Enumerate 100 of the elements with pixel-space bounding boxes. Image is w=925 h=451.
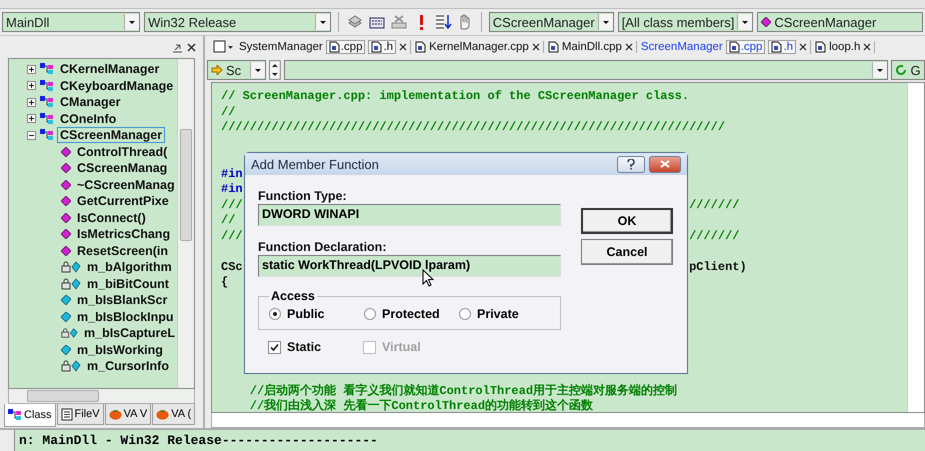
tab-label: VA V: [124, 408, 148, 420]
field-label: Function Type:: [258, 189, 348, 203]
expand-icon[interactable]: [27, 64, 36, 74]
tree-item[interactable]: IsConnect(): [75, 210, 148, 225]
dialog-button[interactable]: OK: [581, 208, 673, 234]
tomato-icon: [156, 408, 170, 420]
editor-tab[interactable]: KernelManager.cpp: [415, 41, 544, 53]
tree-item[interactable]: m_bIsWorking: [75, 342, 165, 357]
class-combo[interactable]: CScreenManager: [488, 12, 614, 32]
file-icon: [371, 41, 382, 53]
file-icon: [728, 41, 740, 53]
close-tab-icon[interactable]: [799, 43, 808, 51]
filter-combo[interactable]: [All class members]: [618, 12, 754, 32]
tree-item[interactable]: ResetScreen(in: [75, 244, 170, 258]
tree-item[interactable]: m_bAlgorithm: [85, 260, 174, 274]
tab-label: ScreenManager: [640, 41, 723, 53]
tree-item[interactable]: ControlThread(: [75, 144, 170, 159]
editor-tab[interactable]: loop.h: [815, 41, 876, 53]
class-icon: [40, 63, 54, 76]
tree-item[interactable]: ~CScreenManag: [75, 178, 177, 192]
vertical-scrollbar[interactable]: [907, 83, 924, 412]
dialog-button[interactable]: Cancel: [581, 239, 673, 265]
dialog-title: Add Member Function: [251, 156, 380, 172]
close-tab-icon[interactable]: [532, 43, 540, 51]
tab-label: MainDll.cpp: [562, 41, 622, 53]
editor-tab[interactable]: ScreenManager .cpp .h: [640, 40, 812, 54]
tree-item[interactable]: CKeyboardManage: [58, 78, 176, 93]
horizontal-scrollbar[interactable]: [8, 389, 195, 404]
window-list-icon[interactable]: [213, 40, 235, 54]
class-icon: [40, 96, 54, 108]
code-line: #in: [221, 182, 243, 198]
workspace-tab[interactable]: Class: [4, 404, 56, 427]
member-combo[interactable]: CScreenManager: [757, 12, 923, 32]
scope-combo[interactable]: Sc: [207, 60, 266, 80]
locked-field-icon: [61, 327, 78, 340]
code-line: //////////////////////////////////////////////////////////////////////: [221, 120, 726, 136]
expand-icon[interactable]: [27, 81, 36, 90]
class-icon: [40, 80, 54, 92]
code-line: //启动两个功能 看字义我们就知道ControlThread用于主控端对服务端的控制: [248, 384, 678, 398]
vertical-scrollbar[interactable]: [177, 59, 194, 388]
method-icon: [61, 163, 71, 174]
configuration-combo[interactable]: Win32 Release: [144, 12, 332, 32]
maximize-icon[interactable]: [172, 42, 183, 52]
go-button[interactable]: G: [891, 60, 925, 80]
method-icon: [61, 246, 71, 256]
input-field[interactable]: DWORD WINAPI: [258, 204, 561, 226]
tomato-icon: [108, 408, 122, 420]
code-line: #in: [221, 166, 243, 182]
method-icon: [61, 196, 71, 206]
close-icon: [660, 160, 670, 168]
project-combo[interactable]: MainDll: [2, 12, 140, 32]
tab-label: KernelManager.cpp: [429, 41, 529, 53]
method-icon: [61, 229, 71, 240]
file-chip[interactable]: .h: [768, 40, 796, 54]
expand-icon[interactable]: [27, 98, 36, 107]
editor-tab[interactable]: MainDll.cpp: [548, 41, 637, 53]
tree-item[interactable]: CScreenManag: [75, 161, 170, 176]
workspace-tab[interactable]: VA V: [104, 404, 152, 425]
expand-icon[interactable]: [27, 114, 36, 124]
file-icon: [548, 41, 559, 53]
tree-item[interactable]: CKernelManager: [58, 62, 162, 76]
collapse-icon[interactable]: [27, 130, 36, 140]
close-icon[interactable]: [186, 42, 197, 52]
radio-option[interactable]: Protected: [364, 303, 459, 325]
horizontal-scrollbar[interactable]: [211, 413, 925, 428]
editor-tab[interactable]: SystemManager .cpp .h: [239, 40, 412, 54]
workspace-tab[interactable]: FileV: [56, 404, 104, 425]
spin-buttons-icon[interactable]: [269, 60, 281, 80]
field-icon: [61, 312, 71, 322]
tree-item[interactable]: m_bIsBlockInpu: [75, 310, 176, 324]
close-tab-icon[interactable]: [624, 43, 633, 51]
tree-item[interactable]: m_bIsCaptureL: [82, 326, 177, 340]
field-label: Function Declaration:: [258, 240, 388, 254]
file-icon: [771, 41, 782, 53]
file-chip[interactable]: .h: [368, 40, 396, 54]
tree-item[interactable]: GetCurrentPixe: [75, 194, 171, 208]
close-button[interactable]: [649, 156, 681, 172]
code-line: {: [221, 275, 228, 290]
checkbox-option[interactable]: Static: [268, 340, 322, 354]
tab-label: FileV: [74, 408, 100, 420]
file-chip[interactable]: .cpp: [326, 40, 366, 54]
radio-option[interactable]: Private: [459, 303, 554, 325]
tree-item[interactable]: CScreenManager: [58, 128, 164, 142]
code-line: //: [221, 213, 236, 228]
field-icon: [61, 295, 71, 306]
tree-item[interactable]: m_biBitCount: [85, 276, 171, 291]
code-line: CSc: [221, 260, 243, 275]
close-tab-icon[interactable]: [863, 43, 872, 51]
code-line: //我们由浅入深 先看一下ControlThread的功能转到这个函数: [248, 399, 594, 412]
file-chip[interactable]: .cpp: [726, 40, 766, 54]
tree-item[interactable]: COneInfo: [58, 112, 118, 126]
close-tab-icon[interactable]: [399, 43, 408, 51]
tree-item[interactable]: m_bIsBlankScr: [75, 293, 170, 308]
tree-item[interactable]: CManager: [58, 95, 122, 110]
workspace-tab[interactable]: VA (: [152, 404, 196, 425]
locked-field-icon: [61, 360, 81, 372]
radio-option[interactable]: Public: [269, 303, 364, 325]
help-button[interactable]: [617, 156, 645, 172]
tree-item[interactable]: IsMetricsChang: [75, 227, 172, 242]
tree-item[interactable]: m_CursorInfo: [85, 359, 171, 374]
